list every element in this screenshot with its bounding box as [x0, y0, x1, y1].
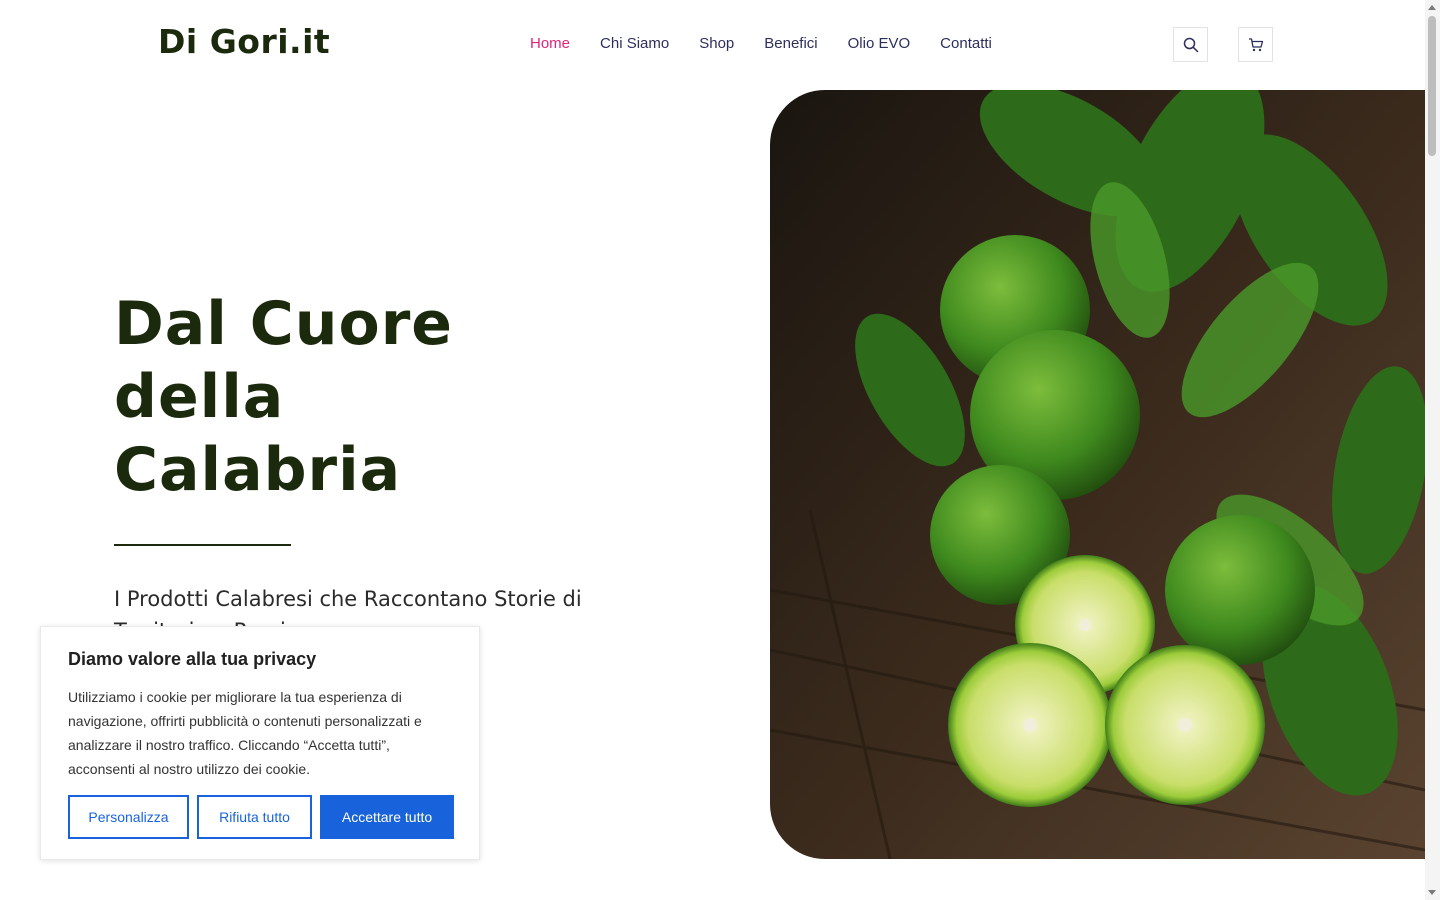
scroll-down-arrow-icon[interactable] [1428, 890, 1436, 895]
site-logo[interactable]: Di Gori.it [158, 22, 330, 61]
cookie-buttons: Personalizza Rifiuta tutto Accettare tut… [68, 795, 454, 839]
reject-all-button[interactable]: Rifiuta tutto [197, 795, 312, 839]
scroll-up-arrow-icon[interactable] [1428, 5, 1436, 10]
main-nav: Home Chi Siamo Shop Benefici Olio EVO Co… [530, 35, 992, 52]
search-icon [1183, 37, 1198, 52]
cookie-text: Utilizziamo i cookie per migliorare la t… [68, 689, 422, 777]
nav-contatti[interactable]: Contatti [940, 35, 992, 52]
search-button[interactable] [1173, 27, 1208, 62]
cart-icon [1248, 37, 1263, 51]
hero-title-line: Calabria [114, 435, 402, 505]
page-scrollbar[interactable] [1425, 0, 1440, 900]
nav-home[interactable]: Home [530, 35, 570, 52]
nav-shop[interactable]: Shop [699, 35, 734, 52]
nav-olio-evo[interactable]: Olio EVO [848, 35, 911, 52]
hero-title-line: della [114, 362, 285, 432]
customize-button[interactable]: Personalizza [68, 795, 189, 839]
site-header: Di Gori.it Home Chi Siamo Shop Benefici … [0, 0, 1425, 90]
nav-benefici[interactable]: Benefici [764, 35, 817, 52]
hero-image-bergamot [770, 90, 1425, 859]
hero-title: Dal Cuore della Calabria [114, 288, 674, 507]
scroll-thumb[interactable] [1428, 16, 1436, 156]
cookie-consent-banner: Diamo valore alla tua privacy Utilizziam… [40, 626, 480, 860]
cart-button[interactable] [1238, 27, 1273, 62]
hero-title-line: Dal Cuore [114, 289, 453, 359]
hero-divider [114, 544, 291, 546]
cookie-title: Diamo valore alla tua privacy [68, 649, 317, 669]
accept-all-button[interactable]: Accettare tutto [320, 795, 454, 839]
nav-chi-siamo[interactable]: Chi Siamo [600, 35, 669, 52]
